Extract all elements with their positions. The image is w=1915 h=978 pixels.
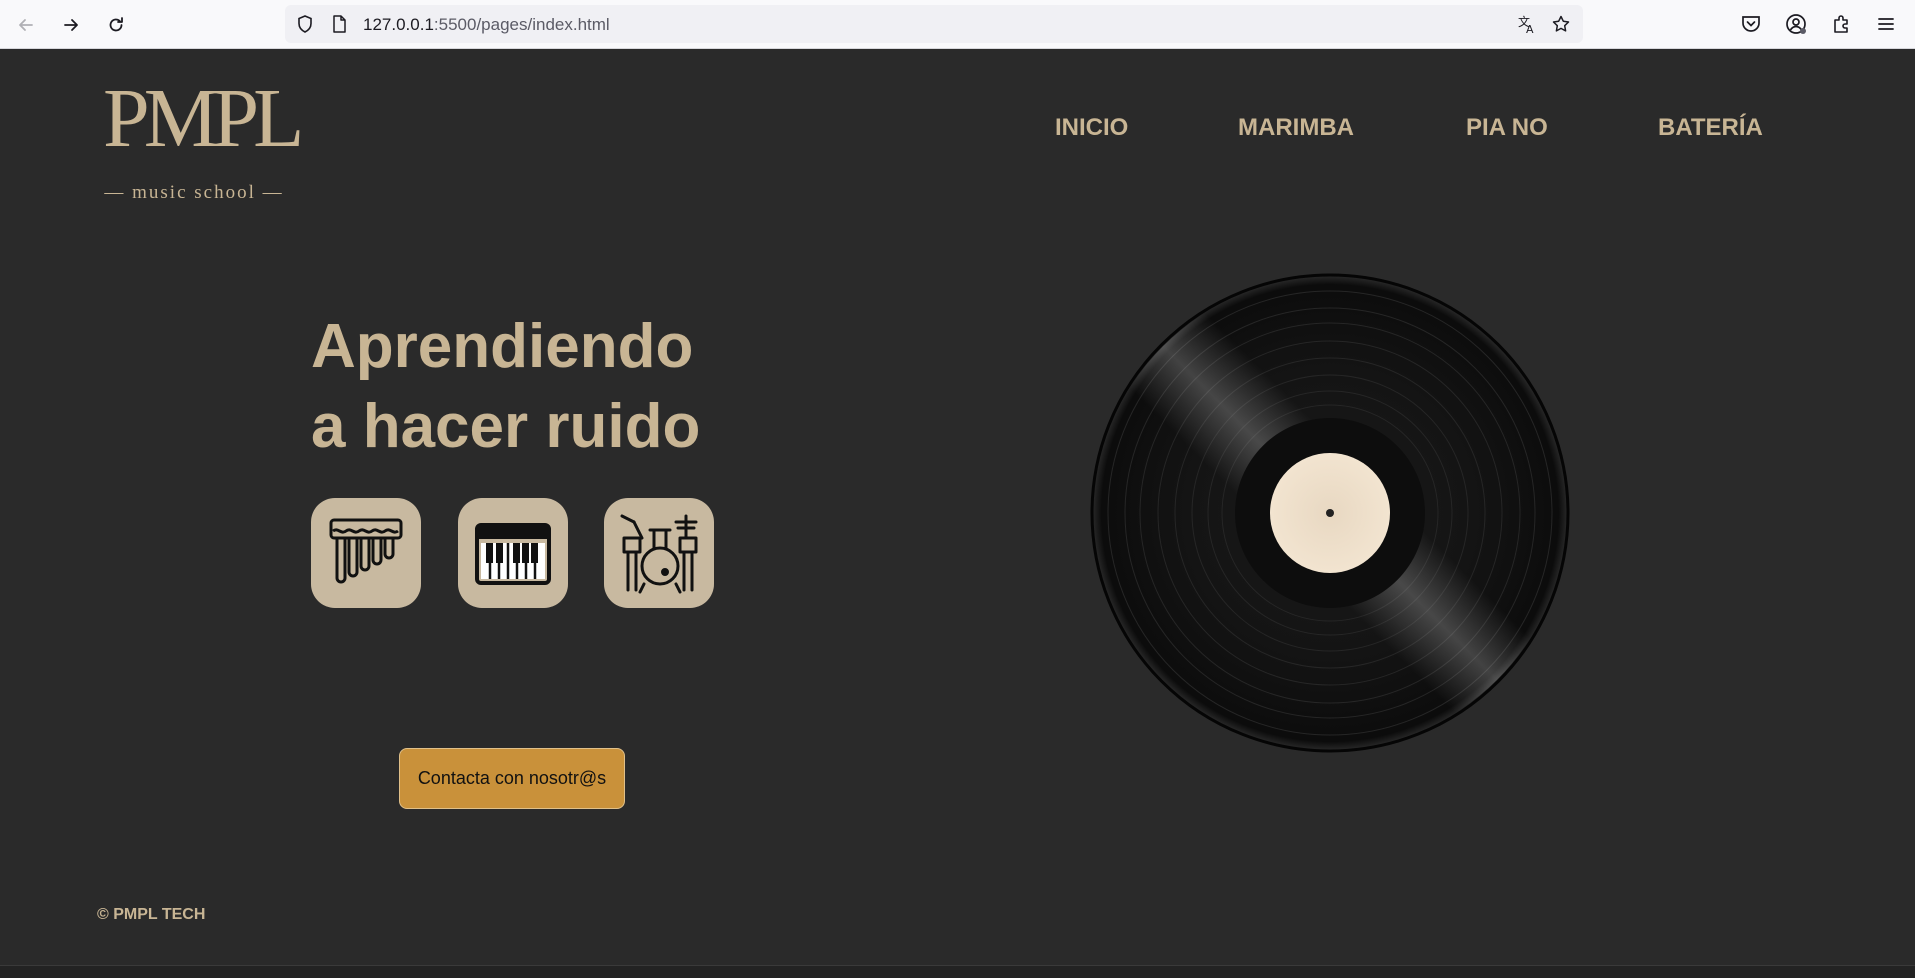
forward-button[interactable] [56, 10, 86, 40]
page-icon[interactable] [329, 14, 349, 34]
piano-keyboard-icon [475, 523, 551, 585]
pan-flute-icon [329, 518, 403, 584]
browser-toolbar: 127.0.0.1:5500/pages/index.html 文A [0, 0, 1915, 49]
instrument-tile-piano[interactable] [458, 498, 568, 608]
hero-title-line2: a hacer ruido [311, 392, 701, 461]
svg-text:A: A [1526, 23, 1534, 34]
translate-icon[interactable]: 文A [1517, 14, 1537, 34]
menu-icon[interactable] [1874, 12, 1898, 36]
logo-text: PMPL [103, 72, 304, 165]
reload-button[interactable] [101, 10, 131, 40]
url-host: 127.0.0.1 [363, 15, 434, 34]
nav-item-piano[interactable]: PIA NO [1466, 114, 1548, 142]
footer-copyright: © PMPL TECH [97, 906, 206, 923]
bookmark-star-icon[interactable] [1551, 14, 1571, 34]
bottom-strip [0, 965, 1915, 978]
shield-icon[interactable] [295, 14, 315, 34]
forward-arrow-icon [64, 19, 78, 31]
url-bar[interactable]: 127.0.0.1:5500/pages/index.html 文A [285, 5, 1583, 43]
contact-button[interactable]: Contacta con nosotr@s [399, 748, 625, 809]
hero-title-line1: Aprendiendo [311, 312, 694, 381]
hero-title: Aprendiendo a hacer ruido [311, 307, 700, 467]
drum-kit-icon [620, 514, 698, 594]
nav-item-bateria[interactable]: BATERÍA [1658, 114, 1763, 142]
instrument-tile-drums[interactable] [604, 498, 714, 608]
nav-item-marimba[interactable]: MARIMBA [1238, 114, 1354, 142]
vinyl-record-image [1090, 273, 1570, 753]
back-arrow-icon [19, 19, 33, 31]
account-icon[interactable] [1784, 12, 1808, 36]
reload-icon [109, 17, 123, 32]
back-button[interactable] [11, 10, 41, 40]
extensions-icon[interactable] [1829, 12, 1853, 36]
pocket-icon[interactable] [1739, 12, 1763, 36]
logo[interactable]: PMPL — music school — [103, 72, 304, 204]
url-path: :5500/pages/index.html [433, 15, 610, 34]
logo-subtitle: — music school — [104, 182, 284, 203]
page: PMPL — music school — INICIO MARIMBA PIA… [0, 49, 1915, 965]
url-text[interactable]: 127.0.0.1:5500/pages/index.html [363, 15, 610, 35]
nav-item-inicio[interactable]: INICIO [1055, 114, 1128, 142]
instrument-tile-pan-flute[interactable] [311, 498, 421, 608]
